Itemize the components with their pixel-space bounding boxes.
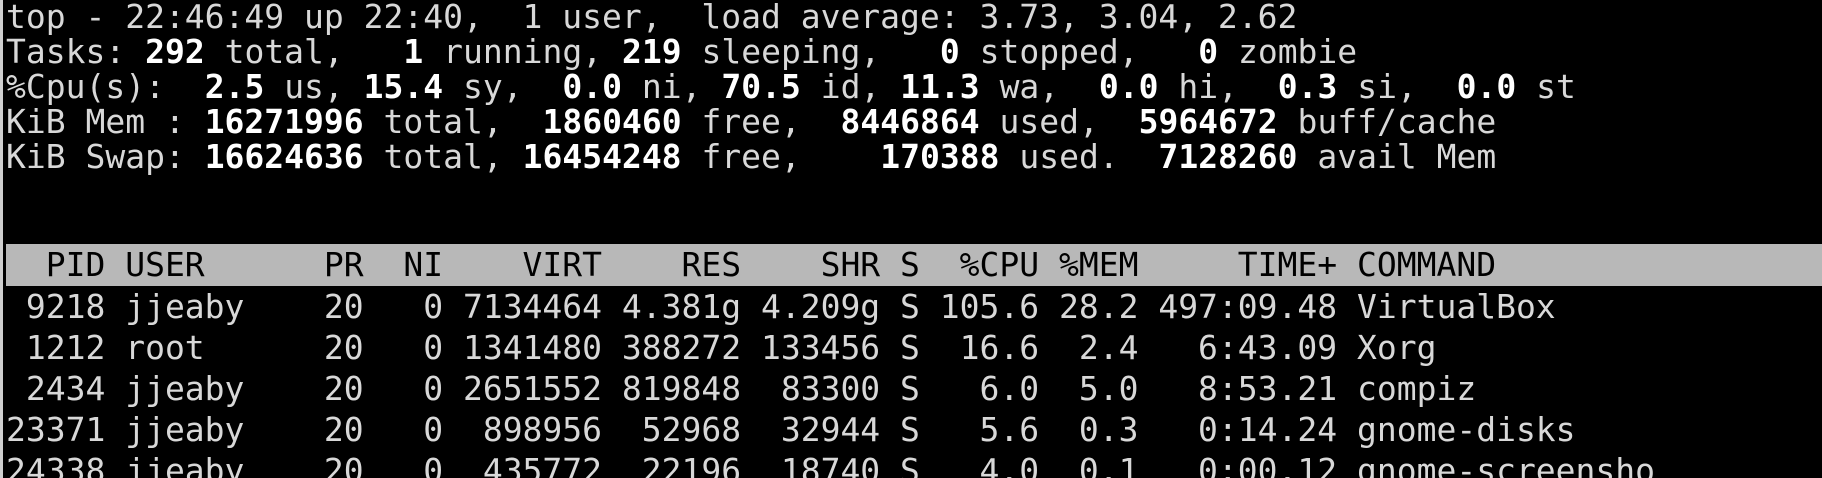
swap-free-label: free, [701,137,801,176]
process-row[interactable]: 2434 jjeaby 20 0 2651552 819848 83300 S … [6,368,1476,409]
swap-label: KiB Swap: [6,137,185,176]
process-row[interactable]: 24338 jjeaby 20 0 435772 22196 18740 S 4… [6,450,1655,478]
process-table-header-text: PID USER PR NI VIRT RES SHR S %CPU %MEM … [6,245,1497,284]
cpu-st-label: st [1536,67,1576,106]
swap-avail-label: avail Mem [1317,137,1497,176]
swap-line: KiB Swap: 16624636 total, 16454248 free,… [6,136,1496,177]
process-row[interactable]: 9218 jjeaby 20 0 7134464 4.381g 4.209g S… [6,286,1556,327]
swap-total-label: total, [383,137,503,176]
swap-free: 16454248 [522,137,682,176]
swap-used-label: used. [1019,137,1119,176]
swap-used: 170388 [880,137,1000,176]
swap-avail: 7128260 [1158,137,1298,176]
swap-total: 16624636 [204,137,364,176]
process-row[interactable]: 23371 jjeaby 20 0 898956 52968 32944 S 5… [6,409,1576,450]
process-row[interactable]: 1212 root 20 0 1341480 388272 133456 S 1… [6,327,1437,368]
process-table-header[interactable]: PID USER PR NI VIRT RES SHR S %CPU %MEM … [6,244,1822,286]
terminal-window[interactable]: top - 22:46:49 up 22:40, 1 user, load av… [0,0,1822,478]
